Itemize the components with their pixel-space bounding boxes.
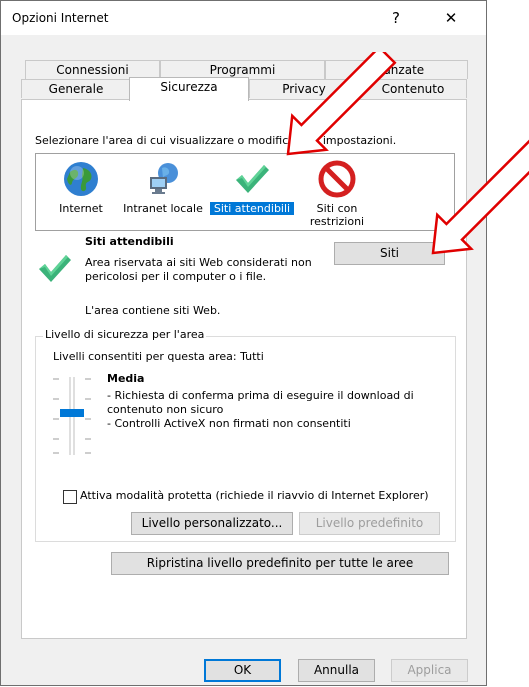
- zone-description: Area riservata ai siti Web considerati n…: [85, 256, 312, 283]
- reset-all-zones-button[interactable]: Ripristina livello predefinito per tutte…: [111, 552, 449, 575]
- globe-icon: [62, 160, 100, 198]
- window-title: Opzioni Internet: [12, 11, 109, 25]
- apply-button[interactable]: Applica: [391, 659, 468, 682]
- security-bullet: - Richiesta di conferma prima di eseguir…: [107, 389, 414, 416]
- cancel-button[interactable]: Annulla: [298, 659, 375, 682]
- zone-label: Intranet locale: [123, 202, 203, 215]
- network-icon: [144, 160, 182, 198]
- security-level-slider[interactable]: [51, 373, 97, 459]
- ok-button[interactable]: OK: [204, 659, 281, 682]
- zone-checkmark-icon: [37, 252, 73, 284]
- zone-internet[interactable]: Internet: [46, 160, 116, 215]
- security-level-name: Media: [107, 372, 145, 385]
- tab-sicurezza[interactable]: Sicurezza: [129, 77, 249, 101]
- zone-contains-note: L'area contiene siti Web.: [85, 304, 221, 317]
- custom-level-button[interactable]: Livello personalizzato...: [131, 512, 293, 535]
- zone-title: Siti attendibili: [85, 235, 174, 248]
- protected-mode-checkbox[interactable]: [63, 490, 77, 504]
- close-button[interactable]: ✕: [431, 4, 471, 32]
- zone-label: Internet: [59, 202, 103, 215]
- annotation-arrow-icon: [431, 137, 529, 255]
- allowed-levels-text: Livelli consentiti per questa area: Tutt…: [53, 350, 264, 363]
- help-button[interactable]: ?: [376, 4, 416, 32]
- default-level-button[interactable]: Livello predefinito: [299, 512, 440, 535]
- zone-label: Siti attendibili: [210, 202, 294, 215]
- title-bar: Opzioni Internet ? ✕: [1, 1, 486, 35]
- security-bullet: - Controlli ActiveX non firmati non cons…: [107, 417, 351, 430]
- zone-intranet[interactable]: Intranet locale: [122, 160, 204, 215]
- group-label: Livello di sicurezza per l'area: [43, 328, 207, 341]
- internet-options-dialog: Opzioni Internet ? ✕ Connessioni Program…: [0, 0, 487, 686]
- annotation-arrow-icon: [286, 52, 397, 156]
- tab-generale[interactable]: Generale: [21, 79, 131, 98]
- protected-mode-label: Attiva modalità protetta (richiede il ri…: [80, 489, 429, 502]
- checkmark-icon: [233, 160, 271, 198]
- zone-label: Siti con restrizioni: [309, 202, 365, 228]
